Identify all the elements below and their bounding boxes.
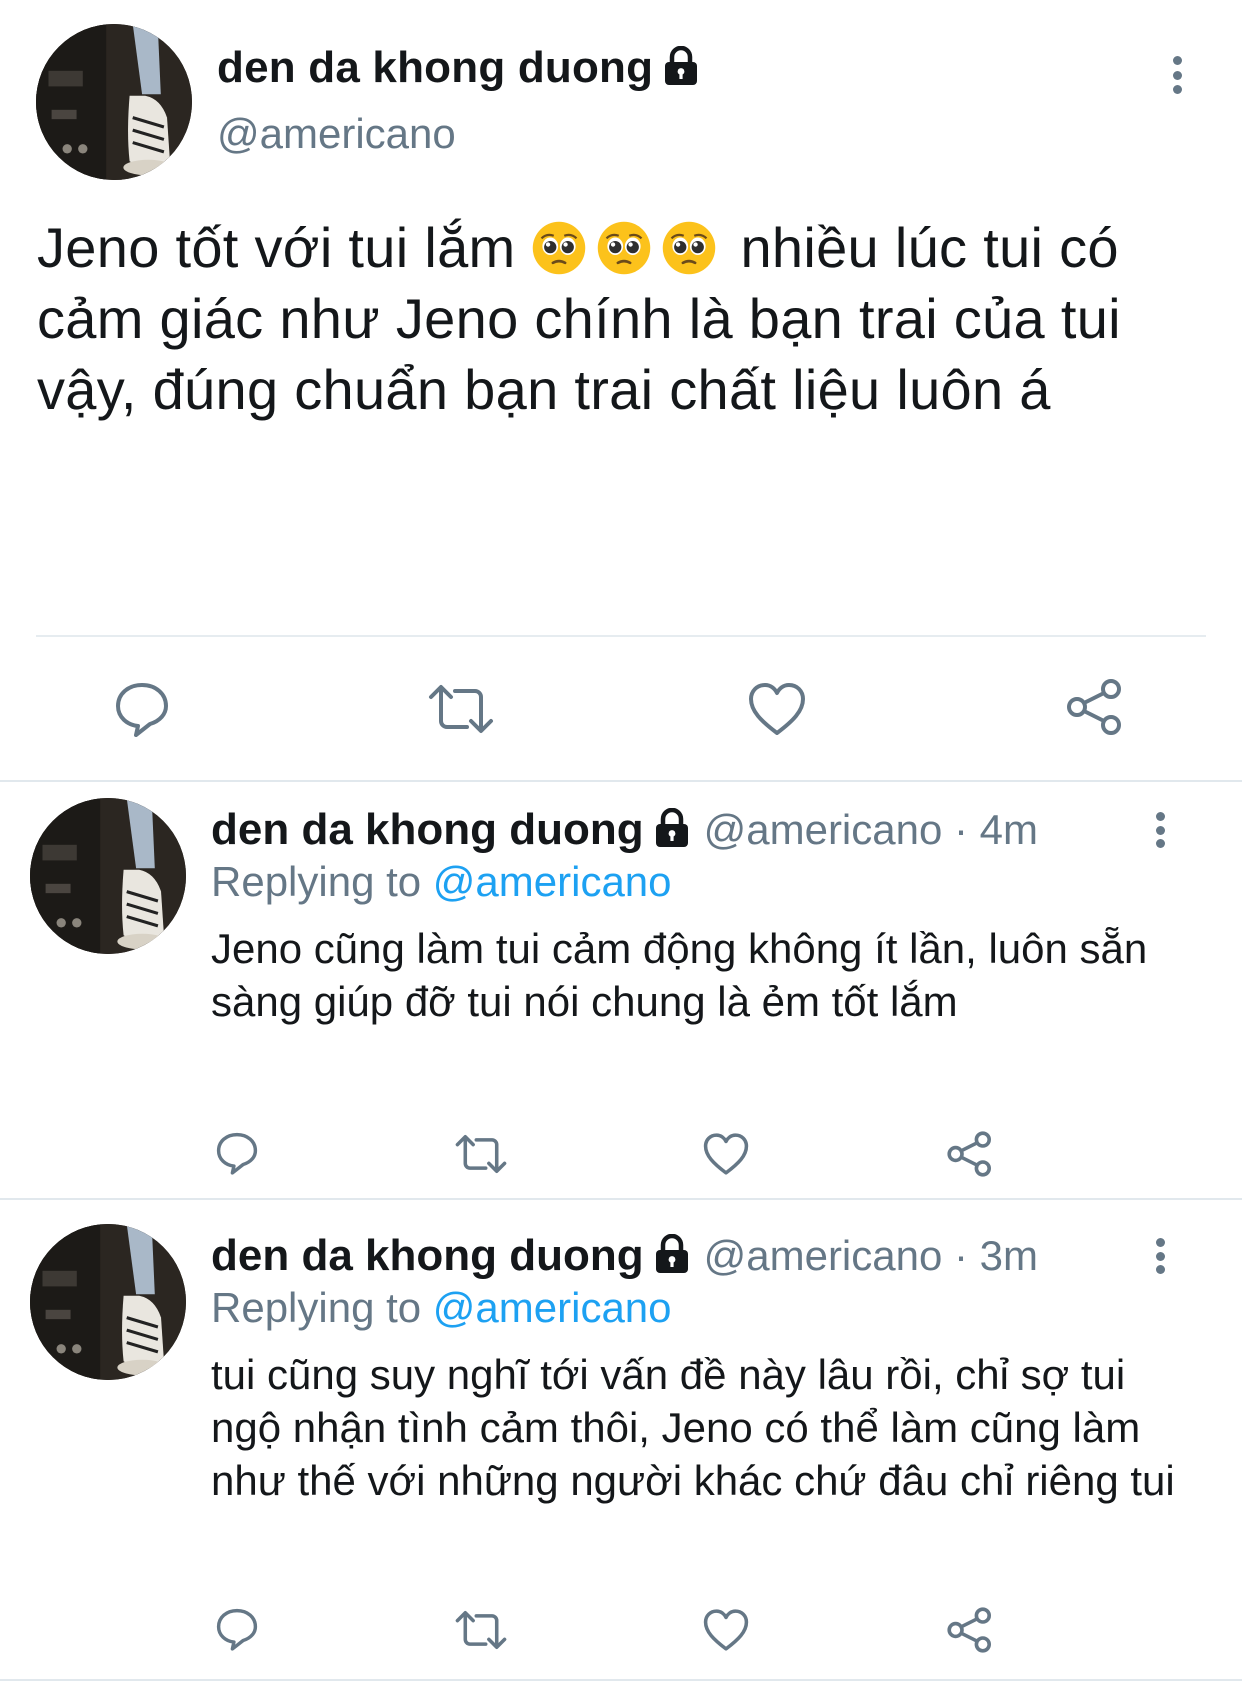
- reply-icon[interactable]: [214, 1130, 260, 1176]
- reply-icon[interactable]: [214, 1606, 260, 1652]
- divider: [0, 1679, 1242, 1681]
- pleading-face-icon: [531, 220, 587, 276]
- more-icon[interactable]: [1156, 1238, 1166, 1274]
- divider: [0, 1198, 1242, 1200]
- lock-icon: [654, 1233, 690, 1279]
- reply-tweet[interactable]: den da khong duong @americano · 3m Reply…: [0, 1208, 1242, 1683]
- author-name-row: den da khong duong: [217, 38, 699, 98]
- tweet-text: Jeno tốt với tui lắm nhiều lúc tui có cảm…: [37, 212, 1217, 425]
- emoji-group: [531, 216, 726, 279]
- share-icon[interactable]: [946, 1606, 994, 1654]
- avatar[interactable]: [36, 24, 192, 180]
- replying-prefix: Replying to: [211, 1284, 422, 1331]
- author-name[interactable]: den da khong duong: [211, 805, 644, 855]
- reply-actions: [0, 1600, 1242, 1660]
- like-icon[interactable]: [702, 1608, 750, 1652]
- avatar[interactable]: [30, 1224, 186, 1380]
- reply-header: den da khong duong @americano · 3m: [211, 1228, 1038, 1284]
- reply-text: tui cũng suy nghĩ tới vấn đề này lâu rồi…: [211, 1351, 1175, 1504]
- pleading-face-icon: [661, 220, 717, 276]
- pleading-face-icon: [596, 220, 652, 276]
- divider: [36, 635, 1206, 637]
- reply-text: Jeno cũng làm tui cảm động không ít lần,…: [211, 925, 1148, 1025]
- author-name[interactable]: den da khong duong: [217, 43, 653, 93]
- reply-mention-link[interactable]: @americano: [433, 1284, 672, 1331]
- handle-timestamp[interactable]: @americano · 3m: [704, 1232, 1038, 1280]
- replying-to: Replying to @americano: [211, 858, 672, 906]
- reply-tweet[interactable]: den da khong duong @americano · 4m Reply…: [0, 782, 1242, 1198]
- reply-icon[interactable]: [112, 679, 172, 739]
- author-name[interactable]: den da khong duong: [211, 1231, 644, 1281]
- replying-prefix: Replying to: [211, 858, 422, 905]
- more-icon[interactable]: [1173, 56, 1183, 94]
- author-handle[interactable]: @americano: [217, 110, 456, 158]
- avatar[interactable]: [30, 798, 186, 954]
- share-icon[interactable]: [946, 1130, 994, 1178]
- more-icon[interactable]: [1156, 812, 1166, 848]
- main-tweet: den da khong duong @americano Jeno tốt v…: [0, 0, 1242, 788]
- tweet-text-part1: Jeno tốt với tui lắm: [37, 216, 516, 279]
- handle-timestamp[interactable]: @americano · 4m: [704, 806, 1038, 854]
- reply-header: den da khong duong @americano · 4m: [211, 802, 1038, 858]
- reply-mention-link[interactable]: @americano: [433, 858, 672, 905]
- like-icon[interactable]: [702, 1132, 750, 1176]
- lock-icon: [654, 807, 690, 853]
- retweet-icon[interactable]: [454, 1132, 508, 1176]
- replying-to: Replying to @americano: [211, 1284, 672, 1332]
- reply-actions: [0, 1124, 1242, 1184]
- lock-icon: [663, 45, 699, 91]
- like-icon[interactable]: [747, 681, 807, 737]
- share-icon[interactable]: [1065, 677, 1125, 737]
- retweet-icon[interactable]: [427, 681, 495, 737]
- retweet-icon[interactable]: [454, 1608, 508, 1652]
- tweet-actions: [0, 675, 1242, 747]
